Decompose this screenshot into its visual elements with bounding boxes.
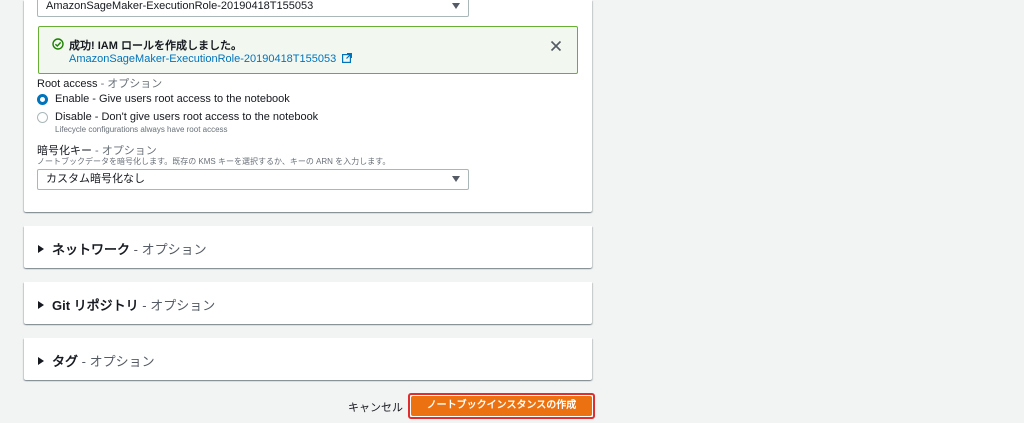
chevron-down-icon bbox=[452, 176, 460, 182]
iam-role-select[interactable]: AmazonSageMaker-ExecutionRole-20190418T1… bbox=[37, 0, 469, 17]
cancel-button[interactable]: キャンセル bbox=[348, 399, 403, 415]
root-access-label-text: Root access bbox=[37, 78, 98, 90]
create-notebook-instance-button[interactable]: ノートブックインスタンスの作成 bbox=[408, 393, 595, 419]
root-access-enable-label[interactable]: Enable - Give users root access to the n… bbox=[55, 93, 290, 105]
tags-section-label: タグ bbox=[52, 354, 79, 369]
close-icon[interactable] bbox=[550, 40, 562, 52]
network-section-optional: - オプション bbox=[130, 242, 207, 257]
external-link-icon bbox=[342, 53, 353, 63]
root-access-enable-radio[interactable] bbox=[37, 94, 48, 105]
caret-right-icon bbox=[38, 245, 44, 253]
root-access-hint: Lifecycle configurations always have roo… bbox=[55, 125, 228, 134]
root-access-label: Root access - オプション bbox=[37, 75, 162, 91]
check-circle-icon bbox=[52, 38, 64, 50]
flash-title: 成功! IAM ロールを作成しました。 bbox=[69, 40, 242, 52]
iam-role-select-value: AmazonSageMaker-ExecutionRole-20190418T1… bbox=[46, 0, 314, 12]
root-access-disable-label[interactable]: Disable - Don't give users root access t… bbox=[55, 111, 318, 123]
chevron-down-icon bbox=[452, 3, 460, 9]
encryption-description: ノートブックデータを暗号化します。既存の KMS キーを選択するか、キーの AR… bbox=[37, 157, 391, 166]
caret-right-icon bbox=[38, 301, 44, 309]
tags-section-optional: - オプション bbox=[78, 354, 155, 369]
git-repository-section[interactable]: Git リポジトリ - オプション bbox=[24, 282, 592, 324]
role-link[interactable]: AmazonSageMaker-ExecutionRole-20190418T1… bbox=[69, 53, 353, 65]
root-access-disable-radio[interactable] bbox=[37, 112, 48, 123]
tags-section-title[interactable]: タグ - オプション bbox=[38, 351, 155, 370]
network-section-label: ネットワーク bbox=[52, 242, 131, 257]
create-notebook-instance-label: ノートブックインスタンスの作成 bbox=[411, 396, 592, 416]
role-link-label: AmazonSageMaker-ExecutionRole-20190418T1… bbox=[69, 53, 337, 65]
encryption-key-select[interactable]: カスタム暗号化なし bbox=[37, 169, 469, 190]
root-access-optional: - オプション bbox=[97, 78, 163, 90]
tags-section[interactable]: タグ - オプション bbox=[24, 338, 592, 380]
git-section-label: Git リポジトリ bbox=[52, 298, 139, 313]
success-flash: 成功! IAM ロールを作成しました。 AmazonSageMaker-Exec… bbox=[38, 26, 578, 74]
network-section[interactable]: ネットワーク - オプション bbox=[24, 226, 592, 268]
network-section-title[interactable]: ネットワーク - オプション bbox=[38, 239, 207, 258]
git-section-optional: - オプション bbox=[138, 298, 216, 313]
git-section-title[interactable]: Git リポジトリ - オプション bbox=[38, 295, 215, 314]
encryption-key-select-value: カスタム暗号化なし bbox=[46, 173, 145, 185]
caret-right-icon bbox=[38, 357, 44, 365]
